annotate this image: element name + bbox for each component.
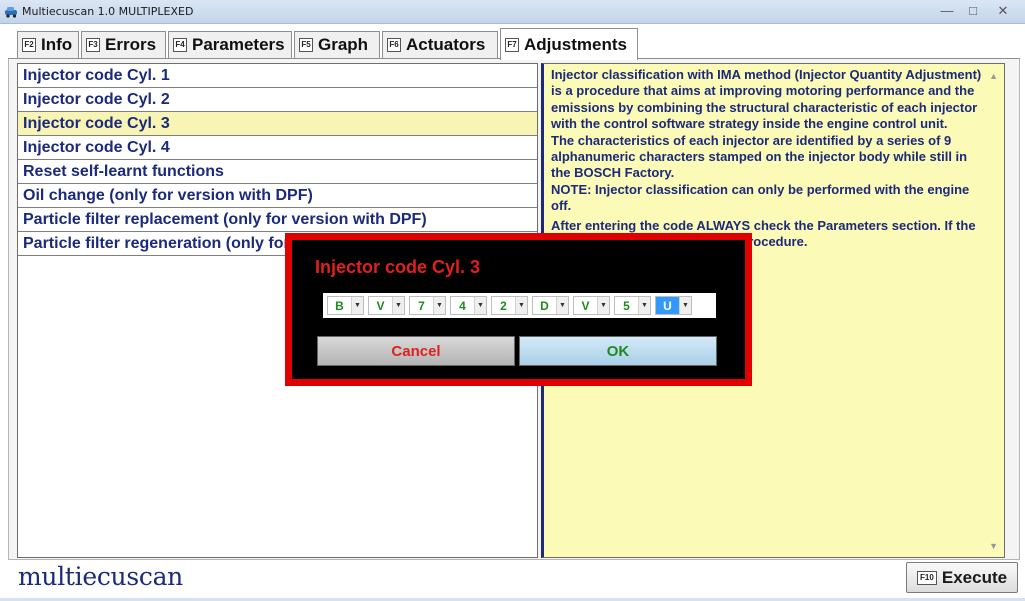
code-char-value: D xyxy=(540,298,549,313)
scroll-up-arrow-icon[interactable]: ▲ xyxy=(989,68,998,84)
code-char-select-3[interactable]: 7 ▼ xyxy=(409,296,446,315)
code-char-select-5[interactable]: 2 ▼ xyxy=(491,296,528,315)
code-char-select-6[interactable]: D ▼ xyxy=(532,296,569,315)
list-item-injector-code-cyl-1[interactable]: Injector code Cyl. 1 xyxy=(18,64,537,88)
tab-actuators[interactable]: F6 Actuators xyxy=(382,31,498,58)
dropdown-arrow-icon[interactable]: ▼ xyxy=(392,297,404,314)
dropdown-arrow-icon[interactable]: ▼ xyxy=(515,297,527,314)
code-char-value: 2 xyxy=(500,298,507,313)
code-char-value: 4 xyxy=(459,298,466,313)
tab-errors[interactable]: F3 Errors xyxy=(81,31,166,58)
f7-key-icon: F7 xyxy=(505,37,519,52)
f5-key-icon: F5 xyxy=(299,38,313,52)
f2-key-icon: F2 xyxy=(22,38,36,52)
list-item-injector-code-cyl-2[interactable]: Injector code Cyl. 2 xyxy=(18,88,537,112)
list-item-particle-filter-replacement[interactable]: Particle filter replacement (only for ve… xyxy=(18,208,537,232)
car-app-icon xyxy=(5,7,17,18)
tab-info[interactable]: F2 Info xyxy=(17,31,79,58)
tab-label: Info xyxy=(41,35,73,54)
title-bar: Multiecuscan 1.0 MULTIPLEXED — □ ✕ xyxy=(0,0,1025,24)
list-item-reset-self-learnt[interactable]: Reset self-learnt functions xyxy=(18,160,537,184)
injector-code-dialog: Injector code Cyl. 3 B ▼ V ▼ 7 ▼ 4 ▼ 2 ▼ D ▼ V… xyxy=(285,233,752,386)
code-char-value: U xyxy=(656,297,679,314)
description-paragraph: The characteristics of each injector are… xyxy=(551,132,968,181)
code-char-value: 7 xyxy=(418,298,425,313)
multiecuscan-logo: multiecuscan xyxy=(18,562,183,591)
list-item-injector-code-cyl-3[interactable]: Injector code Cyl. 3 xyxy=(18,112,537,136)
code-input-row: B ▼ V ▼ 7 ▼ 4 ▼ 2 ▼ D ▼ V ▼ 5 ▼ U ▼ xyxy=(323,293,716,318)
dropdown-arrow-icon[interactable]: ▼ xyxy=(638,297,650,314)
cancel-button[interactable]: Cancel xyxy=(317,336,515,366)
close-button[interactable]: ✕ xyxy=(986,3,1020,20)
scroll-down-arrow-icon[interactable]: ▼ xyxy=(989,538,998,554)
f6-key-icon: F6 xyxy=(387,38,401,52)
code-char-value: V xyxy=(376,298,385,313)
tab-label: Graph xyxy=(318,35,369,54)
f10-key-icon: F10 xyxy=(916,570,937,585)
tab-graph[interactable]: F5 Graph xyxy=(294,31,380,58)
dropdown-arrow-icon[interactable]: ▼ xyxy=(556,297,568,314)
code-char-value: B xyxy=(335,298,344,313)
description-paragraph: Injector classification with IMA method … xyxy=(551,67,982,132)
code-char-value: V xyxy=(581,298,590,313)
execute-label: Execute xyxy=(941,567,1008,587)
dropdown-arrow-icon[interactable]: ▼ xyxy=(351,297,363,314)
tab-label: Parameters xyxy=(192,35,285,54)
tab-label: Errors xyxy=(105,35,157,54)
tab-adjustments[interactable]: F7 Adjustments xyxy=(500,28,638,60)
f4-key-icon: F4 xyxy=(173,38,187,52)
maximize-button[interactable]: □ xyxy=(961,3,985,20)
description-paragraph: NOTE: Injector classification can only b… xyxy=(551,181,970,214)
code-char-select-9[interactable]: U ▼ xyxy=(655,296,692,315)
ok-button[interactable]: OK xyxy=(519,336,717,366)
window-title: Multiecuscan 1.0 MULTIPLEXED xyxy=(22,5,194,18)
code-char-value: 5 xyxy=(623,298,630,313)
tab-label: Adjustments xyxy=(524,34,627,54)
code-char-select-2[interactable]: V ▼ xyxy=(368,296,405,315)
list-item-oil-change[interactable]: Oil change (only for version with DPF) xyxy=(18,184,537,208)
dropdown-arrow-icon[interactable]: ▼ xyxy=(474,297,486,314)
tab-parameters[interactable]: F4 Parameters xyxy=(168,31,292,58)
execute-button[interactable]: F10 Execute xyxy=(906,562,1018,593)
dialog-title: Injector code Cyl. 3 xyxy=(315,257,481,277)
list-item-injector-code-cyl-4[interactable]: Injector code Cyl. 4 xyxy=(18,136,537,160)
code-char-select-7[interactable]: V ▼ xyxy=(573,296,610,315)
minimize-button[interactable]: — xyxy=(934,3,960,20)
code-char-select-8[interactable]: 5 ▼ xyxy=(614,296,651,315)
f3-key-icon: F3 xyxy=(86,38,100,52)
code-char-select-4[interactable]: 4 ▼ xyxy=(450,296,487,315)
dropdown-arrow-icon[interactable]: ▼ xyxy=(679,297,691,314)
dropdown-arrow-icon[interactable]: ▼ xyxy=(433,297,445,314)
code-char-select-1[interactable]: B ▼ xyxy=(327,296,364,315)
dropdown-arrow-icon[interactable]: ▼ xyxy=(597,297,609,314)
tab-label: Actuators xyxy=(406,35,486,54)
